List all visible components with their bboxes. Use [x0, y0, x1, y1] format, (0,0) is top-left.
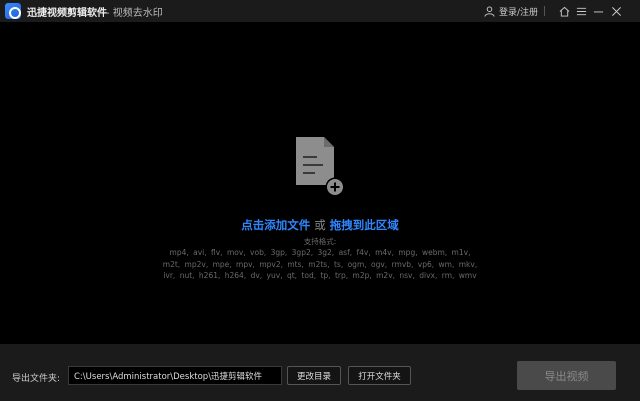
- change-directory-button[interactable]: 更改目录: [287, 366, 341, 385]
- add-file-link[interactable]: 点击添加文件: [241, 218, 310, 232]
- menu-icon: [576, 2, 587, 21]
- minimize-button[interactable]: [590, 3, 606, 19]
- minimize-icon: [593, 2, 604, 21]
- titlebar-divider: [544, 6, 545, 16]
- app-name: 迅捷视频剪辑软件: [27, 8, 107, 19]
- open-folder-button[interactable]: 打开文件夹: [348, 366, 411, 385]
- app-logo: [5, 3, 21, 19]
- formats-line: m2t, mp2v, mpe, mpv, mpv2, mts, m2ts, ts…: [162, 259, 478, 269]
- login-button[interactable]: 登录/注册: [484, 3, 538, 19]
- home-icon: [559, 2, 570, 21]
- home-button[interactable]: [556, 3, 572, 19]
- supported-formats-list: mp4, avi, flv, mov, vob, 3gp, 3gp2, 3g2,…: [155, 247, 485, 282]
- title-bar: 迅捷视频剪辑软件 - 视频去水印 登录/注册: [0, 0, 640, 22]
- formats-line: mp4, avi, flv, mov, vob, 3gp, 3gp2, 3g2,…: [169, 248, 471, 257]
- menu-button[interactable]: [573, 3, 589, 19]
- export-video-button[interactable]: 导出视频: [517, 361, 616, 390]
- supported-formats-title: 支持格式:: [303, 237, 337, 246]
- close-button[interactable]: [608, 3, 624, 19]
- window-subtitle: - 视频去水印: [106, 8, 163, 19]
- close-icon: [611, 2, 622, 21]
- drag-here-text[interactable]: 拖拽到此区域: [330, 218, 399, 232]
- formats-line: ivr, nut, h261, h264, dv, yuv, qt, tod, …: [163, 271, 477, 280]
- add-file-prompt: 点击添加文件或拖拽到此区域: [0, 217, 640, 233]
- user-icon: [484, 2, 495, 21]
- add-file-icon[interactable]: [294, 135, 346, 199]
- file-drop-zone[interactable]: 点击添加文件或拖拽到此区域 支持格式: mp4, avi, flv, mov, …: [0, 22, 640, 344]
- output-folder-label: 导出文件夹:: [12, 374, 61, 384]
- bottom-bar: 导出文件夹: C:\Users\Administrator\Desktop\迅捷…: [0, 344, 640, 401]
- login-label: 登录/注册: [499, 7, 539, 18]
- or-text: 或: [314, 218, 326, 232]
- output-path-field[interactable]: C:\Users\Administrator\Desktop\迅捷剪辑软件: [68, 366, 282, 385]
